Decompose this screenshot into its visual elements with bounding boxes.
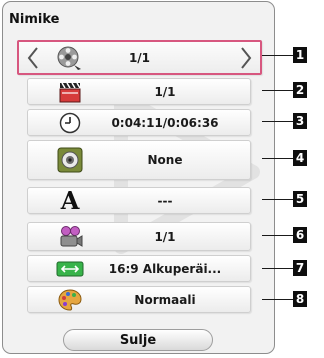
close-button[interactable]: Sulje [63,329,213,351]
callout-marker: 8 [293,291,307,307]
option-row-aspect-ratio[interactable]: 16:9 Alkuperäi... [27,255,251,282]
playback-info-dialog: Nimike 1/1 1/1 0:04:11/0:06:36 None A --… [2,1,275,354]
option-value: 1/1 [128,50,151,65]
arrow-right-icon[interactable] [238,45,254,71]
aspect-ratio-icon [56,255,84,283]
callout-line [262,299,293,300]
dialog-title: Nimike [9,12,60,27]
camera-angle-icon [56,223,84,251]
callout-marker: 7 [293,260,307,276]
clapperboard-icon [56,78,84,106]
callout-marker: 3 [293,113,307,129]
callout-marker: 2 [293,82,307,98]
option-row-chapter[interactable]: 1/1 [27,78,251,105]
callout-line [262,90,293,91]
callout-marker: 5 [293,191,307,207]
option-value: 0:04:11/0:06:36 [111,115,219,130]
picture-mode-palette-icon [56,286,84,314]
callout-line [262,268,293,269]
callout-marker: 1 [293,47,307,63]
callout-marker: 4 [293,150,307,166]
option-row-audio[interactable]: None [27,140,251,180]
speaker-icon [56,146,84,174]
option-value: 1/1 [154,229,176,244]
option-row-title[interactable]: 1/1 [17,40,262,75]
subtitle-letter-icon: A [60,185,80,215]
option-row-time[interactable]: 0:04:11/0:06:36 [27,109,251,136]
clock-icon [56,109,84,137]
option-row-angle[interactable]: 1/1 [27,222,251,251]
screen: Nimike 1/1 1/1 0:04:11/0:06:36 None A --… [0,0,324,358]
option-value: --- [157,193,173,208]
option-row-subtitle[interactable]: A --- [27,187,251,214]
callout-line [262,235,293,236]
arrow-left-icon[interactable] [25,45,41,71]
film-reel-icon [55,44,83,72]
callout-marker: 6 [293,227,307,243]
callout-line [262,158,293,159]
callout-line [262,55,293,56]
option-value: Normaali [134,292,196,307]
callout-line [262,199,293,200]
callout-line [262,121,293,122]
option-value: 1/1 [154,84,176,99]
option-value: None [147,153,183,167]
option-value: 16:9 Alkuperäi... [108,261,222,276]
option-row-picture-mode[interactable]: Normaali [27,286,251,313]
